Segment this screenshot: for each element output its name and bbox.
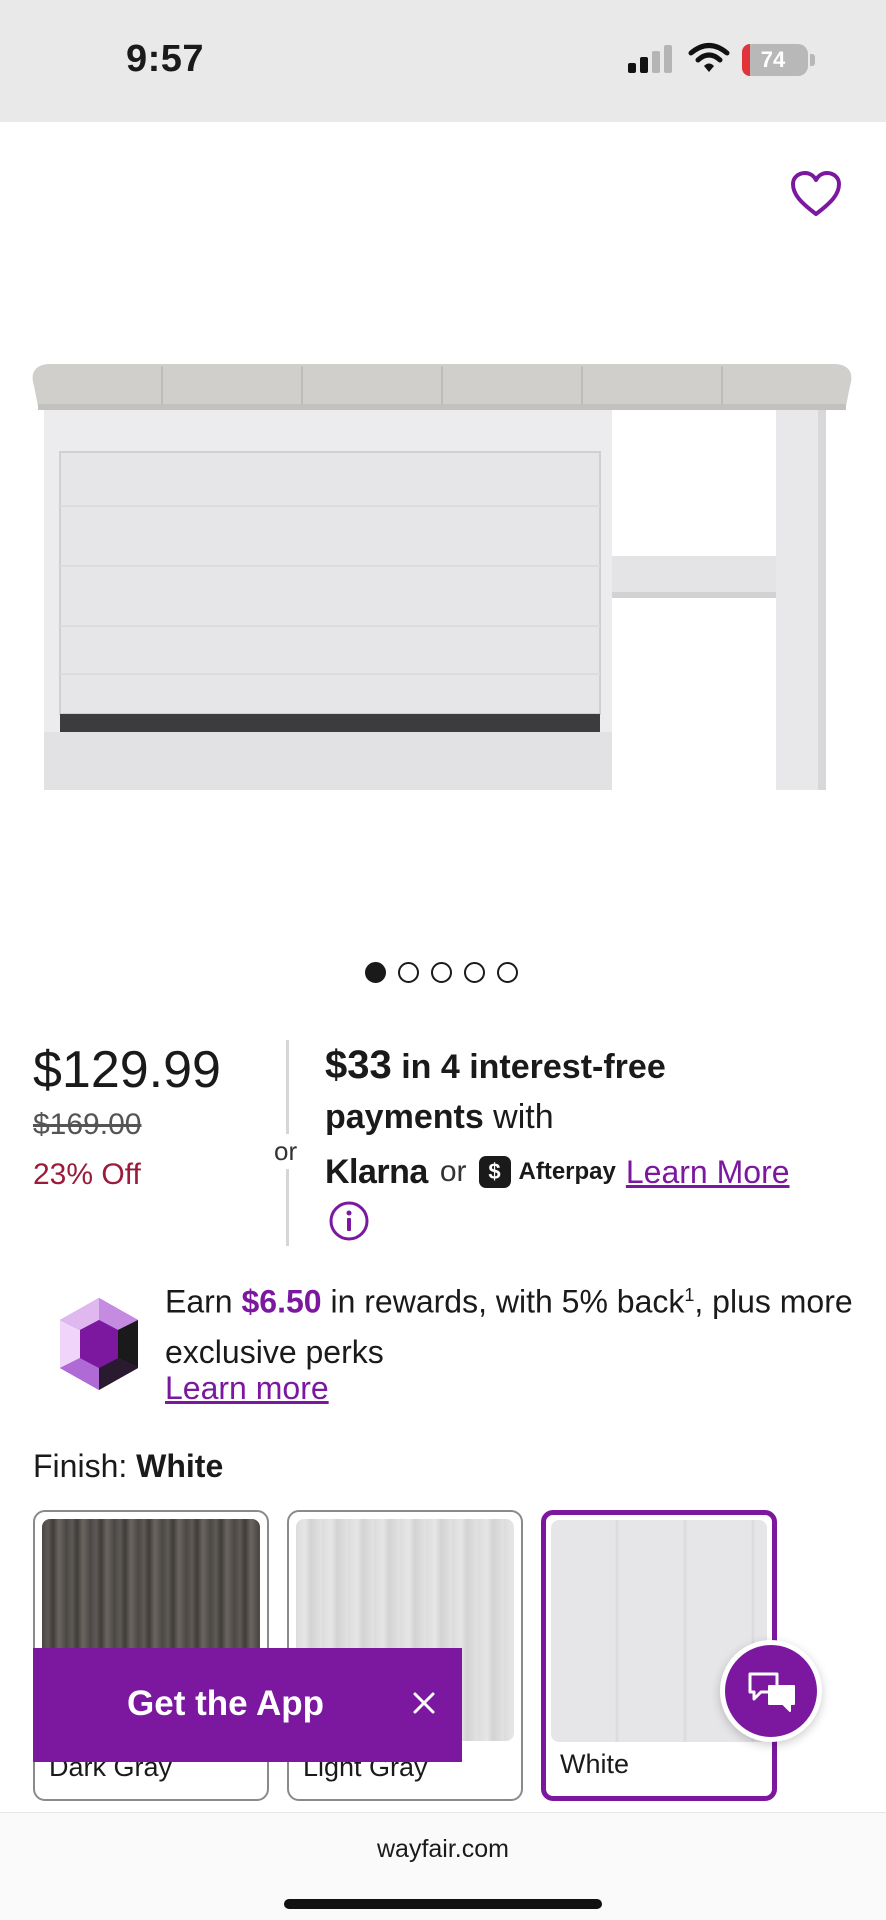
carousel-dot[interactable] [398,962,419,983]
battery-icon: 74 [742,44,808,76]
rewards-text: Earn $6.50 in rewards, with 5% back1, pl… [165,1270,865,1377]
pay-or: or [439,1155,467,1188]
get-the-app-label: Get the App [127,1684,325,1723]
swatch-label: White [560,1749,630,1779]
rewards-prefix: Earn [165,1283,242,1320]
afterpay-icon: $ [478,1156,511,1188]
home-indicator[interactable] [284,1899,602,1909]
battery-nub [810,54,815,66]
carousel-dot[interactable] [464,962,485,983]
carousel-dot[interactable] [431,962,452,983]
discount-label: 23% Off [33,1158,141,1191]
carousel-dot[interactable] [497,962,518,983]
browser-footer: wayfair.com [0,1812,886,1920]
installment-text: in 4 interest-free [391,1048,666,1086]
info-icon[interactable] [328,1200,370,1242]
finish-prefix: Finish: [33,1448,137,1484]
product-image [32,364,852,790]
wifi-icon [688,43,730,72]
battery-percent: 74 [760,47,786,72]
chat-button[interactable] [720,1640,822,1742]
klarna-logo: Klarna [325,1152,428,1191]
status-bar: 9:57 74 [0,0,886,122]
rewards-gem-icon [60,1298,138,1390]
rewards-amount: $6.50 [241,1283,322,1320]
carousel-dots [365,962,518,983]
rewards-middle: in rewards, with 5% back [321,1283,685,1320]
installment-amount: $33 [325,1043,392,1087]
payment-learn-more-link[interactable]: Learn More [626,1154,790,1191]
finish-selected: White [136,1448,224,1484]
status-time: 9:57 [126,38,205,80]
or-label: or [274,1134,298,1169]
installment-payments: payments [325,1098,484,1136]
carousel-dot[interactable] [365,962,386,983]
payment-options: Klarna or $ Afterpay Learn More [325,1150,790,1194]
rewards-footnote: 1 [684,1285,695,1305]
original-price: $169.00 [33,1108,142,1141]
installments-text: $33 in 4 interest-free payments with [325,1040,845,1142]
price: $129.99 [33,1041,221,1099]
afterpay-logo: Afterpay [518,1158,616,1185]
heart-icon[interactable] [790,170,842,218]
chat-icon [748,1672,795,1712]
signal-icon [628,45,672,73]
close-icon[interactable] [405,1684,443,1722]
url-label[interactable]: wayfair.com [0,1835,886,1864]
installment-with: with [483,1098,554,1136]
rewards-learn-more-link[interactable]: Learn more [165,1370,329,1407]
get-the-app-banner[interactable]: Get the App [33,1648,462,1762]
finish-label: Finish: White [33,1448,223,1485]
